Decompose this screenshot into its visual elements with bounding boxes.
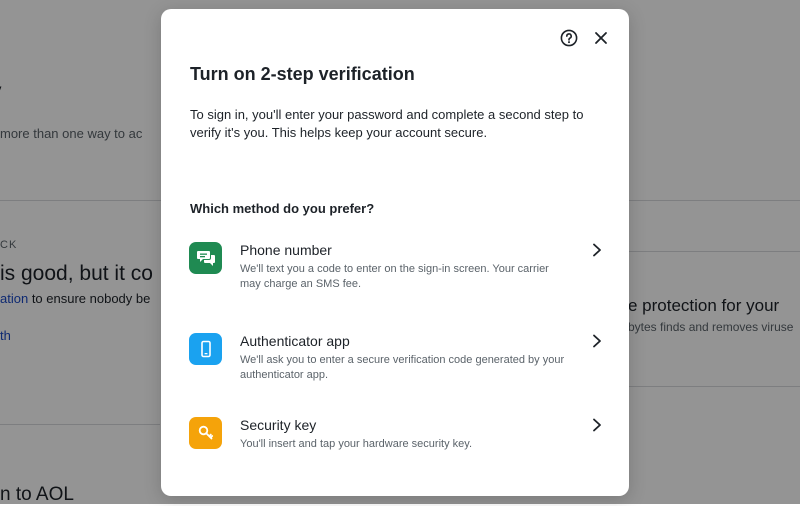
chat-bubbles-icon <box>196 251 215 266</box>
option-title: Phone number <box>240 242 332 258</box>
help-button[interactable] <box>558 27 580 49</box>
key-icon <box>198 425 213 440</box>
option-security-key[interactable]: Security key You'll insert and tap your … <box>185 417 609 462</box>
option-icon-badge <box>189 242 222 274</box>
chevron-right-icon <box>593 243 601 257</box>
method-prompt: Which method do you prefer? <box>190 201 375 216</box>
option-authenticator-app[interactable]: Authenticator app We'll ask you to enter… <box>185 333 609 393</box>
help-circle-icon <box>560 29 578 47</box>
option-phone-number[interactable]: Phone number We'll text you a code to en… <box>185 242 609 302</box>
option-icon-badge <box>189 333 222 365</box>
dialog-title: Turn on 2-step verification <box>190 64 415 84</box>
option-description: You'll insert and tap your hardware secu… <box>240 438 472 450</box>
two-step-verification-dialog: Turn on 2-step verification To sign in, … <box>161 9 629 496</box>
close-button[interactable] <box>590 27 612 49</box>
smartphone-icon <box>200 340 211 358</box>
option-title: Authenticator app <box>240 333 350 349</box>
dialog-description: To sign in, you'll enter your password a… <box>190 107 584 140</box>
option-description: We'll text you a code to enter on the si… <box>240 263 549 290</box>
close-icon <box>595 32 607 44</box>
chevron-right-icon <box>593 418 601 432</box>
option-icon-badge <box>189 417 222 449</box>
option-title: Security key <box>240 417 317 433</box>
chevron-right-icon <box>593 334 601 348</box>
option-description: We'll ask you to enter a secure verifica… <box>240 354 565 381</box>
